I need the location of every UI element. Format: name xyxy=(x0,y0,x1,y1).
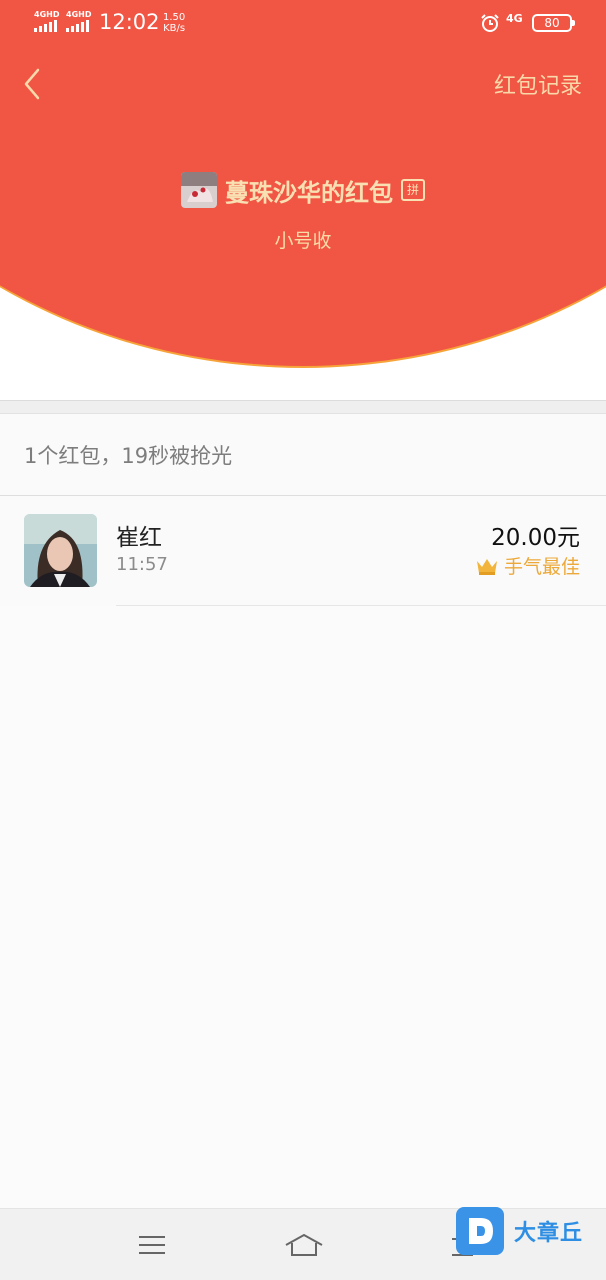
menu-icon[interactable] xyxy=(134,1229,170,1261)
network-label-1: 4GHD xyxy=(34,10,60,19)
recipient-name: 崔红 xyxy=(116,525,162,551)
avatar xyxy=(24,514,97,587)
speed-value: 1.50 xyxy=(163,12,186,23)
sender-row: 蔓珠沙华的红包 拼 xyxy=(0,172,606,208)
network-label-2: 4GHD xyxy=(66,10,92,19)
watermark: 大章丘 xyxy=(456,1206,606,1256)
sender-avatar xyxy=(181,172,217,208)
watermark-text: 大章丘 xyxy=(514,1221,584,1246)
home-icon[interactable] xyxy=(284,1229,324,1261)
best-luck-badge: 手气最佳 xyxy=(476,552,580,579)
received-amount: 20.00元 xyxy=(491,525,580,551)
list-item[interactable]: 崔红 11:57 20.00元 手气最佳 xyxy=(0,496,606,606)
chevron-left-icon[interactable] xyxy=(18,66,46,102)
pin-badge: 拼 xyxy=(401,179,425,201)
speed-unit: KB/s xyxy=(163,23,186,34)
greeting-message: 小号收 xyxy=(274,230,332,252)
status-time: 12:02 xyxy=(99,10,160,34)
battery-icon: 80 xyxy=(532,14,575,32)
red-packet-header: 4GHD 4GHD 12:02 1.50 KB/s 4G 80 红包记录 蔓珠沙… xyxy=(0,0,606,400)
watermark-logo-icon xyxy=(456,1207,504,1255)
row-divider xyxy=(116,605,606,606)
red-packet-records-link[interactable]: 红包记录 xyxy=(494,68,582,100)
battery-level: 80 xyxy=(544,16,560,30)
network-type: 4G xyxy=(506,12,523,25)
sender-name: 蔓珠沙华的红包 xyxy=(225,178,393,207)
network-speed: 1.50 KB/s xyxy=(163,12,185,34)
summary-bar: 1个红包，19秒被抢光 xyxy=(0,414,606,496)
status-bar: 4GHD 4GHD 12:02 1.50 KB/s 4G 80 xyxy=(0,0,606,48)
crown-icon xyxy=(476,558,497,575)
section-divider xyxy=(0,400,606,414)
receive-time: 11:57 xyxy=(116,554,168,575)
best-luck-label: 手气最佳 xyxy=(503,556,580,578)
alarm-icon xyxy=(481,14,499,32)
summary-text: 1个红包，19秒被抢光 xyxy=(24,444,233,468)
